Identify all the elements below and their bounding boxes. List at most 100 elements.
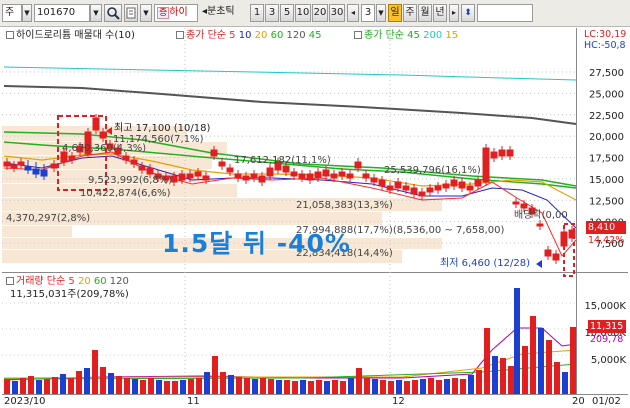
volume-bar [228,375,234,394]
volume-bar [172,381,178,394]
volume-ma-label: 단순 [46,276,66,287]
interval-input-value: 3 [364,7,372,18]
volume-bar [468,375,474,394]
volume-bar [428,378,434,394]
stock-badge: 증 [157,7,170,19]
candle-body [434,185,442,191]
overlay-annotation: 1.5달 뒤 -40% [162,229,351,258]
volume-bar [522,346,528,394]
volume-bar [52,377,58,394]
volume-ratio-tag: 209,78 [590,334,624,345]
candle-body [24,166,32,171]
volume-bar [484,328,490,394]
volume-bar [388,381,394,394]
period-week-button[interactable]: 주 [403,4,417,22]
interval-10-button[interactable]: 10 [295,4,311,22]
candle-body [506,149,514,157]
volume-bar [4,380,10,394]
candle-body [426,187,434,193]
stock-dropdown-chevron-down-icon[interactable]: ▼ [90,4,102,22]
volume-profile-label-4: 10,422,874(6,6%) [80,188,171,199]
candle-body [234,173,242,179]
stock-name-field[interactable]: 증 하이 [154,4,198,22]
candle-body [458,181,466,189]
ma2-toggle-icon[interactable] [354,31,362,39]
period-day-button[interactable]: 일 [388,4,402,22]
split-tick-label: ◂분초틱 [202,6,235,17]
stock-code-input[interactable]: 101670 [34,4,90,22]
split-tick-button[interactable]: ◂분초틱 [200,4,250,22]
volume-bar [268,379,274,394]
ma120-label: 120 [286,30,306,41]
candle-body [40,169,48,177]
interval-10-label: 10 [296,7,310,18]
scroll-right-icon[interactable]: ▸ [449,4,459,22]
chevron-down-icon[interactable]: ▼ [22,4,32,22]
candle-body [92,117,100,131]
volume-bar [546,340,552,394]
settings-icon[interactable] [124,4,138,22]
candle-body [210,149,218,157]
period-week-label: 주 [405,7,415,18]
candle-body [362,173,370,179]
period-month-button[interactable]: 월 [418,4,432,22]
candle-body [394,181,402,189]
volume-bar [340,381,346,394]
candle-body [68,155,76,161]
options-chevron-down-icon[interactable]: ▼ [140,4,152,22]
search-icon[interactable] [104,4,122,22]
interval-3-button[interactable]: 3 [265,4,279,22]
candle-body [330,173,338,179]
interval-20-button[interactable]: 20 [312,4,328,22]
blank-input[interactable] [477,4,533,22]
volume-profile-label-2: 11,174,560(7,1%) [113,134,204,145]
ma-toggle-icon[interactable] [176,31,184,39]
volume-bar [252,379,258,394]
volume-bar [28,376,34,394]
volume-bar [436,380,442,394]
price-tick-label: 20,000 [589,132,624,143]
volume-bar [92,350,98,394]
volume-bar [538,328,544,394]
volume-bar [476,370,482,394]
volume-bar [196,378,202,394]
volume-toggle-icon[interactable] [6,277,14,285]
period-year-button[interactable]: 년 [433,4,447,22]
volume-bar [100,367,106,394]
interval-30-button[interactable]: 30 [329,4,345,22]
up-down-arrow-icon[interactable]: ⬍ [461,4,475,22]
volume-bar [60,374,66,394]
volume-bar [316,380,322,394]
period-year-label: 년 [435,7,445,18]
volume-bar [396,380,402,394]
dividend-label: 배당락(0,00 [514,209,568,221]
volume-bar [276,380,282,394]
candle-body [490,151,498,159]
volume-bar [332,380,338,394]
interval-5-button[interactable]: 5 [280,4,294,22]
candle-body [402,185,410,191]
ma2-label: 종가 단순 [364,30,404,41]
volume-profile-label-3: 9,523,992(6,8%) [88,175,172,186]
candle-body [346,173,354,179]
candle-body [17,161,25,166]
scroll-left-icon[interactable]: ◂ [347,4,359,22]
interval-spin-icon[interactable]: ▼ [376,4,386,22]
interval-1-button[interactable]: 1 [250,4,264,22]
volume-bar [188,379,194,394]
candle-body [520,203,528,209]
period-select[interactable]: 주 [2,4,22,22]
chart-area: 4,670,360(4,3%) 11,174,560(7,1%) 9,523,992… [2,28,628,407]
candle-body [512,201,520,205]
volume-bar [404,381,410,394]
interval-input[interactable]: 3 [361,4,375,22]
volume-bar [76,371,82,394]
ma45b-label: 45 [407,30,420,41]
volume-bar [500,358,506,394]
pane-toggle-icon[interactable] [6,31,14,39]
volume-pane-title: 거래량 [16,276,44,287]
candle-body [338,171,346,177]
price-pane-legend: 하이드로리튬 매물대 수(10) [6,30,135,42]
candle-body [146,167,154,175]
candle-body [552,253,560,261]
